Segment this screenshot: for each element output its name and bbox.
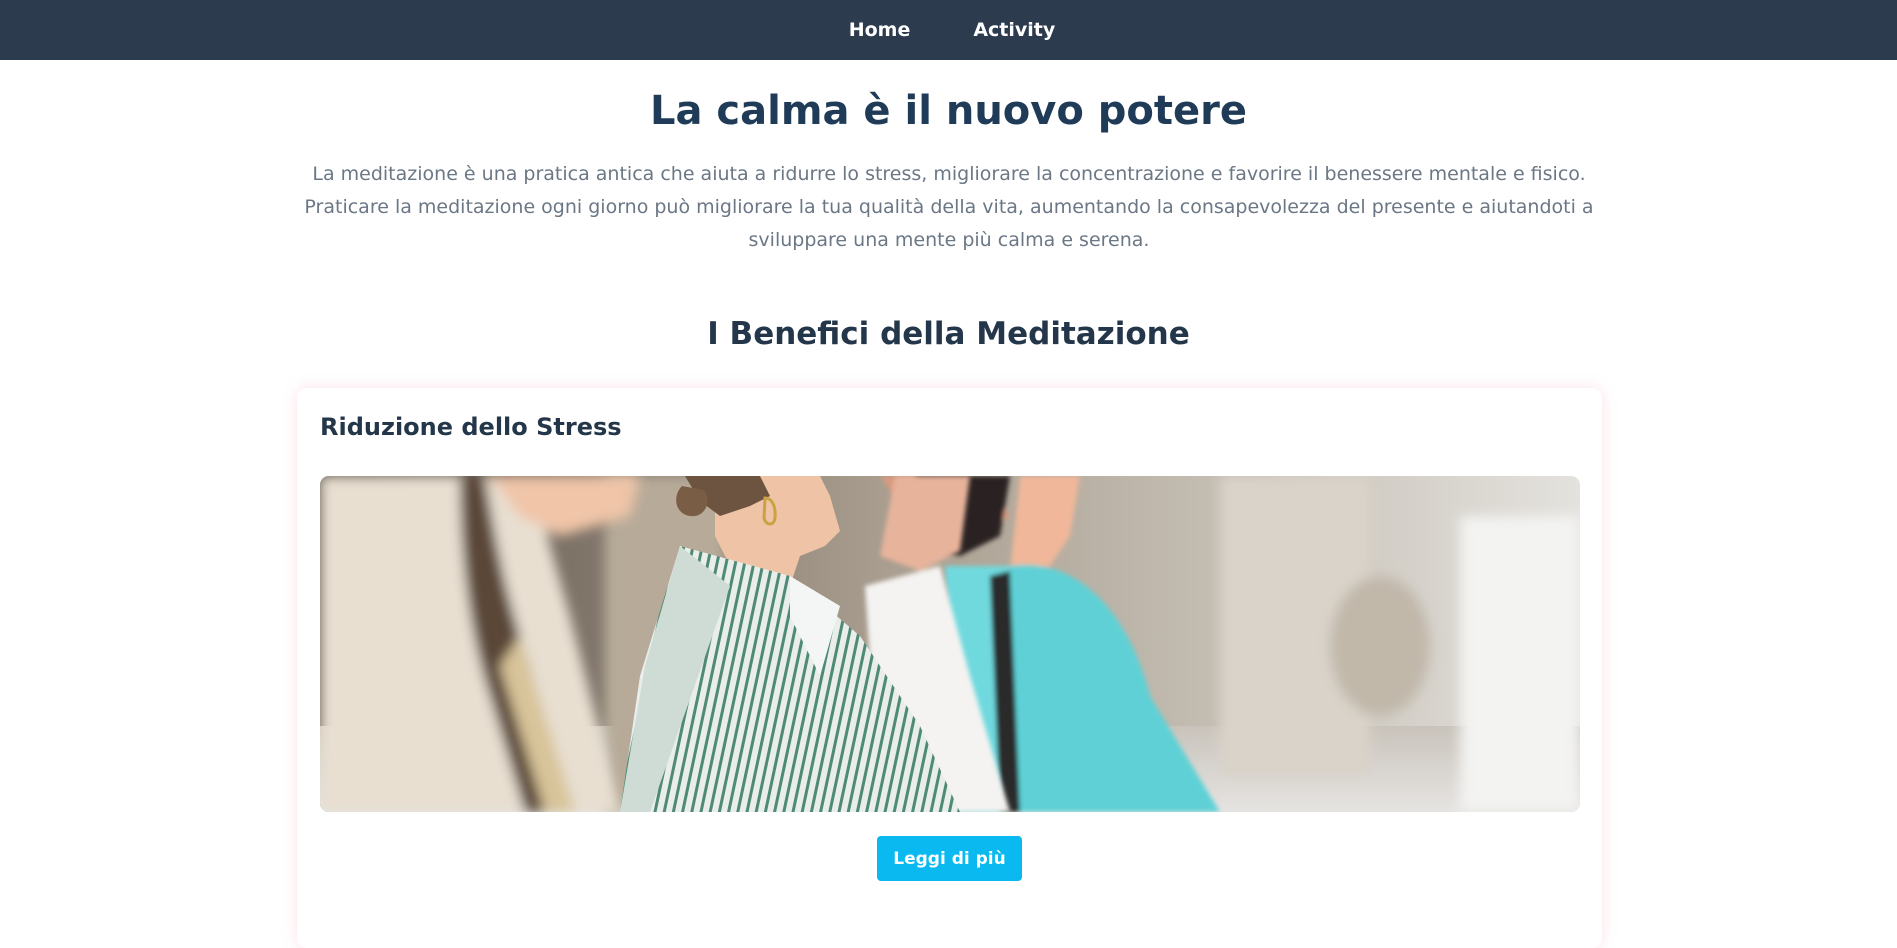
top-navbar: Home Activity [0,0,1897,60]
hero-description: La meditazione è una pratica antica che … [304,163,1594,251]
meditation-group-illustration [320,476,1580,812]
benefit-card: Riduzione dello Stress Leggi di più [297,388,1602,948]
hero-title: La calma è il nuovo potere [650,88,1247,134]
meditation-group-image [320,476,1580,812]
nav-link-home[interactable]: Home [849,19,911,41]
benefits-section-title: I Benefici della Meditazione [707,316,1190,352]
read-more-button[interactable]: Leggi di più [877,836,1022,881]
nav-link-activity[interactable]: Activity [973,19,1055,41]
benefit-card-title: Riduzione dello Stress [320,413,622,441]
